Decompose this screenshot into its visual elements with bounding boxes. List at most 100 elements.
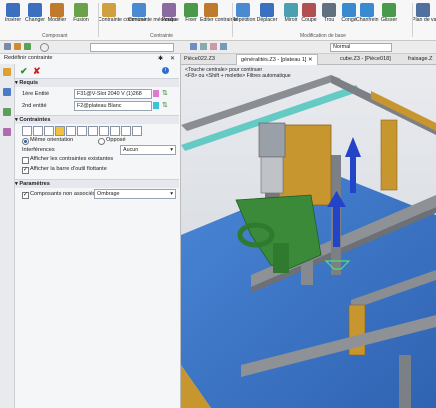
concentric-icon[interactable] [33, 126, 43, 136]
ribbon-separator [98, 3, 99, 37]
modifier-button[interactable]: Modifier [46, 2, 68, 32]
poulie-button[interactable]: Poulie [158, 2, 180, 32]
history-icon[interactable] [3, 68, 11, 76]
view-icon[interactable] [220, 43, 227, 50]
show-floating-bar-checkbox[interactable] [22, 166, 29, 174]
spindle-body[interactable] [260, 156, 284, 194]
ribbon-button-label: Modifier [47, 17, 67, 23]
perpendicular-icon[interactable] [66, 126, 76, 136]
viewport-hint: <Touche centrale> pour continuer <F8> ou… [185, 67, 291, 79]
filter-icon[interactable]: ⇅ [162, 101, 168, 109]
ribbon-separator [232, 3, 233, 37]
frame-leg[interactable] [399, 355, 411, 408]
3d-viewport[interactable]: <Touche centrale> pour continuer <F8> ou… [181, 65, 436, 408]
tab-fraisage[interactable]: fraisage.Z [404, 54, 436, 64]
fusion-button[interactable]: Fusion [70, 2, 92, 32]
coupe-button[interactable]: Coupe [298, 2, 320, 32]
tool-icon[interactable] [14, 43, 21, 50]
angle-icon[interactable] [77, 126, 87, 136]
cancel-icon[interactable]: ✘ [33, 66, 41, 77]
close-icon[interactable]: ✕ [308, 57, 313, 63]
filter-icon[interactable] [40, 43, 49, 52]
view-icon[interactable] [200, 43, 207, 50]
ribbon-button-label: Glisser [380, 17, 398, 23]
section-parametres[interactable]: ▾ Paramètres [15, 179, 179, 188]
fix-icon [184, 3, 198, 17]
ribbon-button-label: Déplacer [256, 17, 278, 23]
tool-icon[interactable] [4, 43, 11, 50]
help-icon[interactable]: i [162, 67, 169, 74]
ribbon-button-label: Poulie [161, 17, 177, 23]
layers-icon[interactable] [3, 108, 11, 116]
tool-icon[interactable] [24, 43, 31, 50]
tangent-icon[interactable] [44, 126, 54, 136]
green-support[interactable] [273, 243, 289, 273]
show-existing-checkbox[interactable] [22, 157, 29, 164]
glisser-button[interactable]: Glisser [378, 2, 400, 32]
unassociated-checkbox[interactable] [22, 191, 29, 199]
deplacer-button[interactable]: Déplacer [256, 2, 278, 32]
panel-title: Redéfinir contrainte [4, 55, 53, 61]
unassociated-select[interactable]: Ombrage ▾ [94, 189, 176, 199]
fillet-icon [342, 3, 356, 17]
tab-label: cube.Z3 - [Pièce018] [340, 56, 391, 62]
contrainte-mecanique-button[interactable]: Contrainte mécanique [128, 2, 179, 32]
view-icon[interactable] [190, 43, 197, 50]
center-icon[interactable] [110, 126, 120, 136]
side-plate[interactable] [380, 119, 398, 191]
plan-de-valeurs-button[interactable]: Plan de valeurs [412, 2, 436, 32]
ribbon-button-label: Editer contrainte [200, 17, 238, 23]
same-orientation-radio[interactable] [22, 138, 29, 145]
interferences-select[interactable]: Aucun ▾ [120, 145, 176, 155]
spindle-motor[interactable] [258, 122, 286, 158]
pulley-icon [162, 3, 176, 17]
assembly-icon[interactable] [3, 88, 11, 96]
chanfrein-button[interactable]: Chanfrein [356, 2, 379, 32]
contrainte-commune-button[interactable]: Contrainte commune [98, 2, 146, 32]
fixer-button[interactable]: Fixer [180, 2, 202, 32]
opposite-label: Opposé [106, 137, 126, 143]
section-contraintes[interactable]: ▾ Contraintes [15, 115, 179, 124]
inserer-button[interactable]: Insérer [2, 2, 24, 32]
opposite-radio[interactable] [98, 138, 105, 145]
drag-icon [382, 3, 396, 17]
cut-icon [302, 3, 316, 17]
entity2-label: 2nd entité [22, 103, 47, 109]
align-icon[interactable] [121, 126, 131, 136]
changer-button[interactable]: Changer [24, 2, 46, 32]
tab-cube[interactable]: cube.Z3 - [Pièce018] [336, 54, 395, 64]
repetition-button[interactable]: Répétition [232, 2, 255, 32]
symmetric-icon[interactable] [132, 126, 142, 136]
mechanical-constraint-icon [132, 3, 146, 17]
color-swatch-icon[interactable] [153, 90, 159, 97]
tab-generalites[interactable]: généralités.Z3 - [plateau 1] ✕ [236, 54, 318, 65]
pattern-icon [236, 3, 250, 17]
entity2-field[interactable]: F2@plateau Blanc [74, 101, 152, 111]
view-icon[interactable] [3, 128, 11, 136]
editer-contrainte-button[interactable]: Editer contrainte [200, 2, 238, 32]
parallel-icon[interactable] [55, 126, 65, 136]
merge-icon [74, 3, 88, 17]
filter-icon[interactable]: ⇅ [162, 89, 168, 97]
carriage-plate[interactable] [278, 124, 332, 206]
entity1-field[interactable]: F31@V-Slot 2040 V (1)268 [74, 89, 152, 99]
edit-constraint-icon [204, 3, 218, 17]
distance-icon[interactable] [99, 126, 109, 136]
ribbon-button-label: Fusion [73, 17, 89, 23]
ribbon-button-label: Plan de valeurs [412, 17, 436, 23]
display-mode-select[interactable]: Normal [330, 43, 392, 52]
direction-arrow-shaft[interactable] [350, 155, 356, 193]
toolbar-field[interactable] [90, 43, 174, 52]
direction-arrow-shaft[interactable] [333, 205, 340, 247]
close-icon[interactable]: ✕ [170, 55, 175, 62]
color-swatch-icon[interactable] [153, 102, 159, 109]
view-icon[interactable] [210, 43, 217, 50]
coincident-icon[interactable] [22, 126, 32, 136]
tab-piece022[interactable]: Pièce022.Z3 [180, 54, 219, 64]
pin-icon[interactable]: ✱ [158, 55, 163, 62]
lock-icon[interactable] [88, 126, 98, 136]
ok-icon[interactable]: ✔ [20, 66, 28, 77]
interferences-label: Interférences [22, 147, 55, 153]
trou-button[interactable]: Trou [318, 2, 340, 32]
section-requis[interactable]: ▾ Requis [15, 78, 179, 87]
